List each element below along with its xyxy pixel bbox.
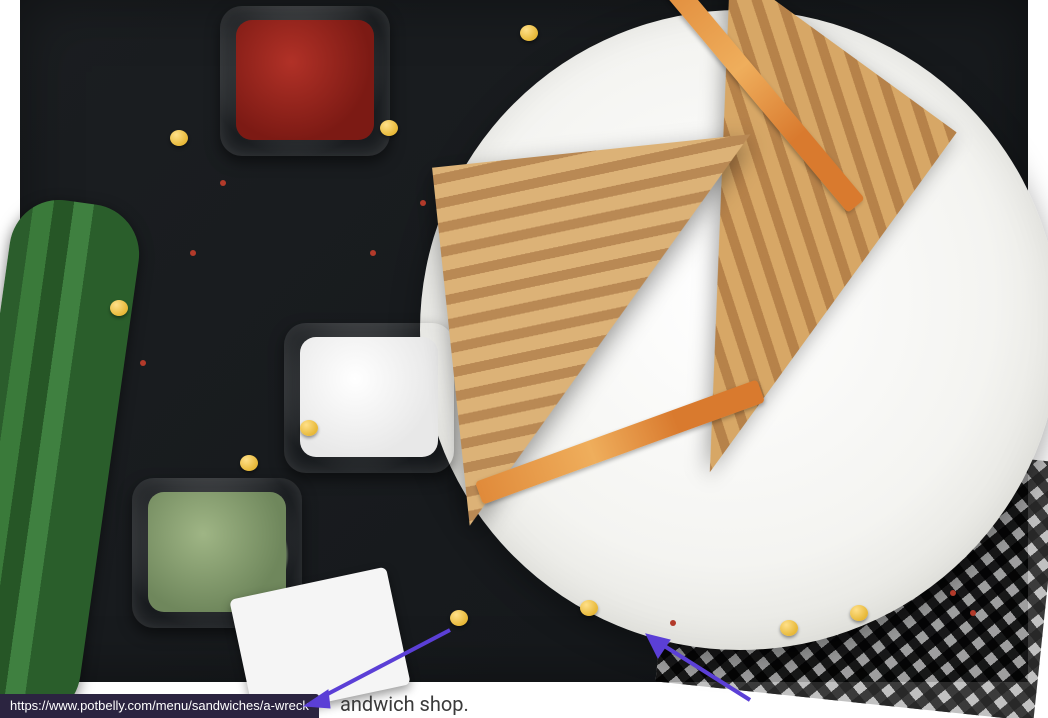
corn-kernel [580, 600, 598, 616]
annotation-arrow-left [300, 620, 460, 710]
corn-kernel [850, 605, 868, 621]
sauce-cup-mayonnaise [284, 323, 454, 473]
viewport: andwich shop. https://www.potbelly.com/m… [0, 0, 1048, 718]
corn-kernel [300, 420, 318, 436]
chili-flake [220, 180, 226, 186]
corn-kernel [520, 25, 538, 41]
corn-kernel [110, 300, 128, 316]
corn-kernel [240, 455, 258, 471]
annotation-arrow-right [640, 630, 760, 710]
chili-flake [970, 610, 976, 616]
chili-flake [370, 250, 376, 256]
sauce-cup-ketchup [220, 6, 390, 156]
chili-flake [950, 590, 956, 596]
chili-flake [420, 200, 426, 206]
article-hero-image [20, 0, 1028, 682]
browser-link-preview: https://www.potbelly.com/menu/sandwiches… [0, 694, 319, 718]
chili-flake [670, 620, 676, 626]
chili-flake [190, 250, 196, 256]
corn-kernel [780, 620, 798, 636]
corn-kernel [170, 130, 188, 146]
sandwich-half-front [432, 134, 788, 525]
chili-flake [140, 360, 146, 366]
corn-kernel [380, 120, 398, 136]
scallions [0, 193, 146, 718]
